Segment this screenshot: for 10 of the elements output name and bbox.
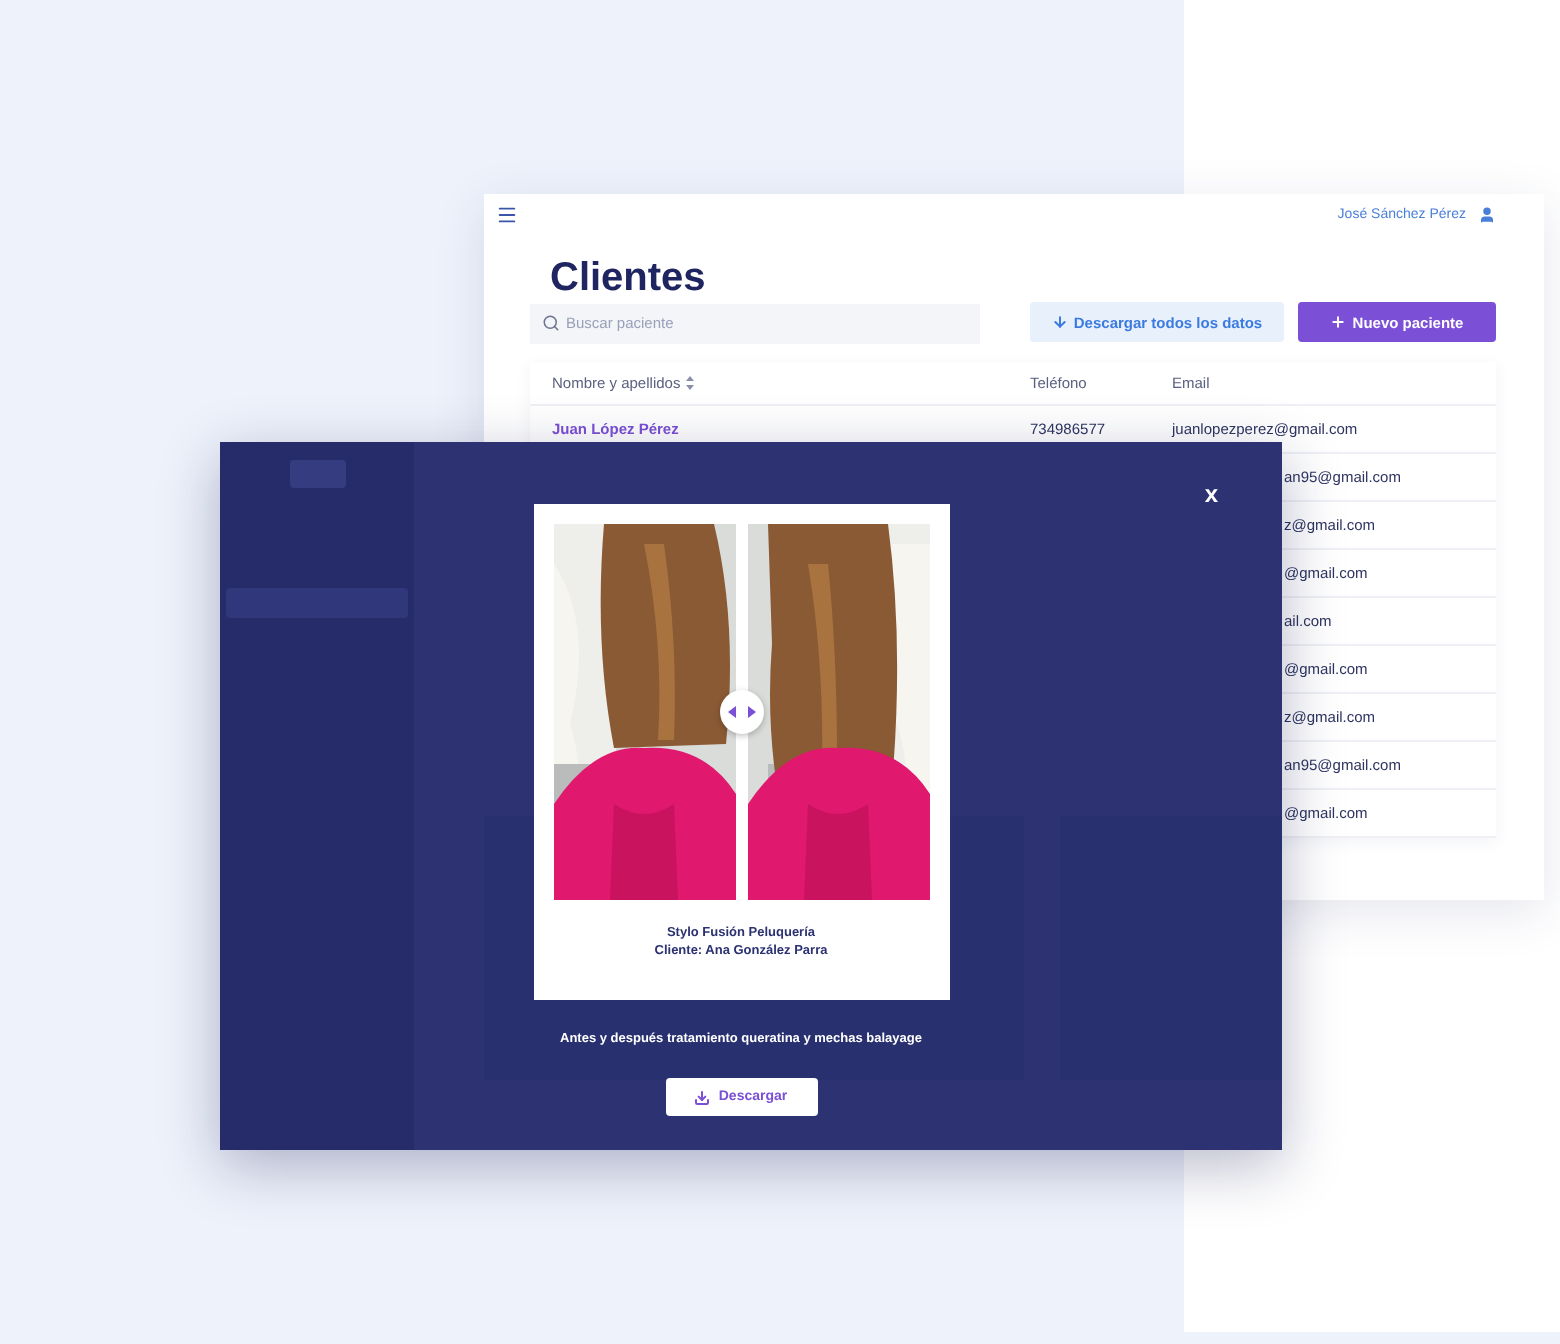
menu-icon[interactable] xyxy=(496,203,518,225)
user-icon[interactable] xyxy=(1478,205,1496,223)
close-button[interactable]: x xyxy=(1204,480,1218,508)
download-icon xyxy=(694,1089,711,1105)
sort-icon[interactable] xyxy=(686,376,695,390)
arrows-icon xyxy=(727,706,755,718)
plus-icon xyxy=(1330,314,1347,330)
page-title: Clientes xyxy=(550,254,708,302)
search-icon xyxy=(542,313,560,331)
arrow-down-icon xyxy=(1051,314,1068,330)
